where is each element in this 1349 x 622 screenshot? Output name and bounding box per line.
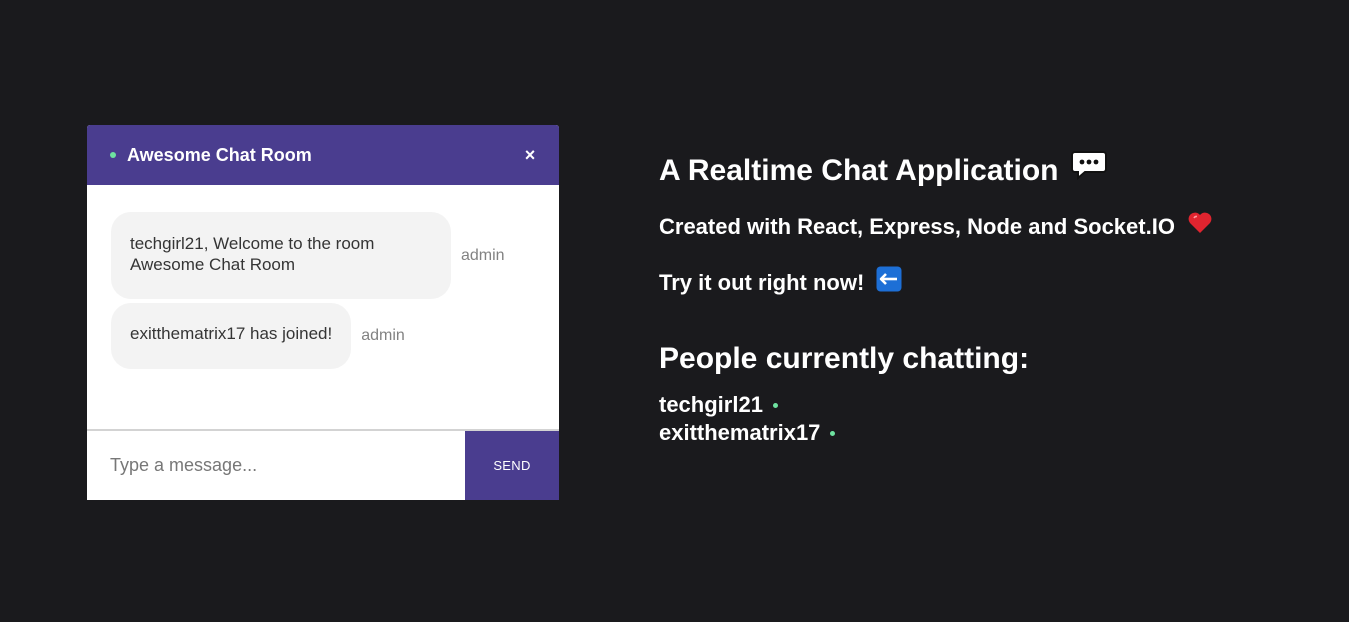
message-bubble: exitthematrix17 has joined! — [111, 303, 352, 369]
page-title: A Realtime Chat Application — [659, 150, 1213, 191]
left-arrow-icon — [876, 266, 902, 299]
page: Awesome Chat Room × techgirl21, Welcome … — [0, 0, 1349, 622]
message-list: techgirl21, Welcome to the room Awesome … — [87, 185, 559, 429]
red-heart-icon — [1187, 211, 1213, 242]
speech-balloon-icon — [1070, 150, 1107, 191]
message-row: exitthematrix17 has joined! admin — [111, 303, 535, 369]
people-heading: People currently chatting: — [659, 342, 1030, 375]
message-row: techgirl21, Welcome to the room Awesome … — [111, 212, 535, 299]
message-sender: admin — [461, 246, 505, 264]
message-sender: admin — [361, 327, 405, 344]
call-to-action: Try it out right now! — [659, 266, 1213, 299]
online-indicator-icon — [110, 152, 116, 158]
list-item: techgirl21 — [659, 391, 1213, 419]
compose-bar: SEND — [87, 429, 559, 500]
info-panel: A Realtime Chat Application Created with… — [659, 150, 1213, 447]
subtitle: Created with React, Express, Node and So… — [659, 211, 1213, 242]
chat-window: Awesome Chat Room × techgirl21, Welcome … — [87, 125, 559, 500]
send-button[interactable]: SEND — [465, 431, 559, 500]
username: exitthematrix17 — [659, 420, 821, 445]
chat-header: Awesome Chat Room × — [87, 125, 559, 185]
room-name: Awesome Chat Room — [127, 144, 312, 165]
subtitle-text: Created with React, Express, Node and So… — [659, 213, 1175, 239]
page-title-text: A Realtime Chat Application — [659, 153, 1059, 187]
people-list: techgirl21 exitthematrix17 — [659, 391, 1213, 447]
message-input[interactable] — [87, 431, 465, 500]
message-bubble: techgirl21, Welcome to the room Awesome … — [111, 212, 451, 299]
list-item: exitthematrix17 — [659, 419, 1213, 447]
username: techgirl21 — [659, 392, 763, 417]
close-button[interactable]: × — [521, 146, 539, 164]
online-indicator-icon — [772, 402, 778, 408]
call-to-action-text: Try it out right now! — [659, 269, 865, 295]
online-indicator-icon — [830, 430, 836, 436]
